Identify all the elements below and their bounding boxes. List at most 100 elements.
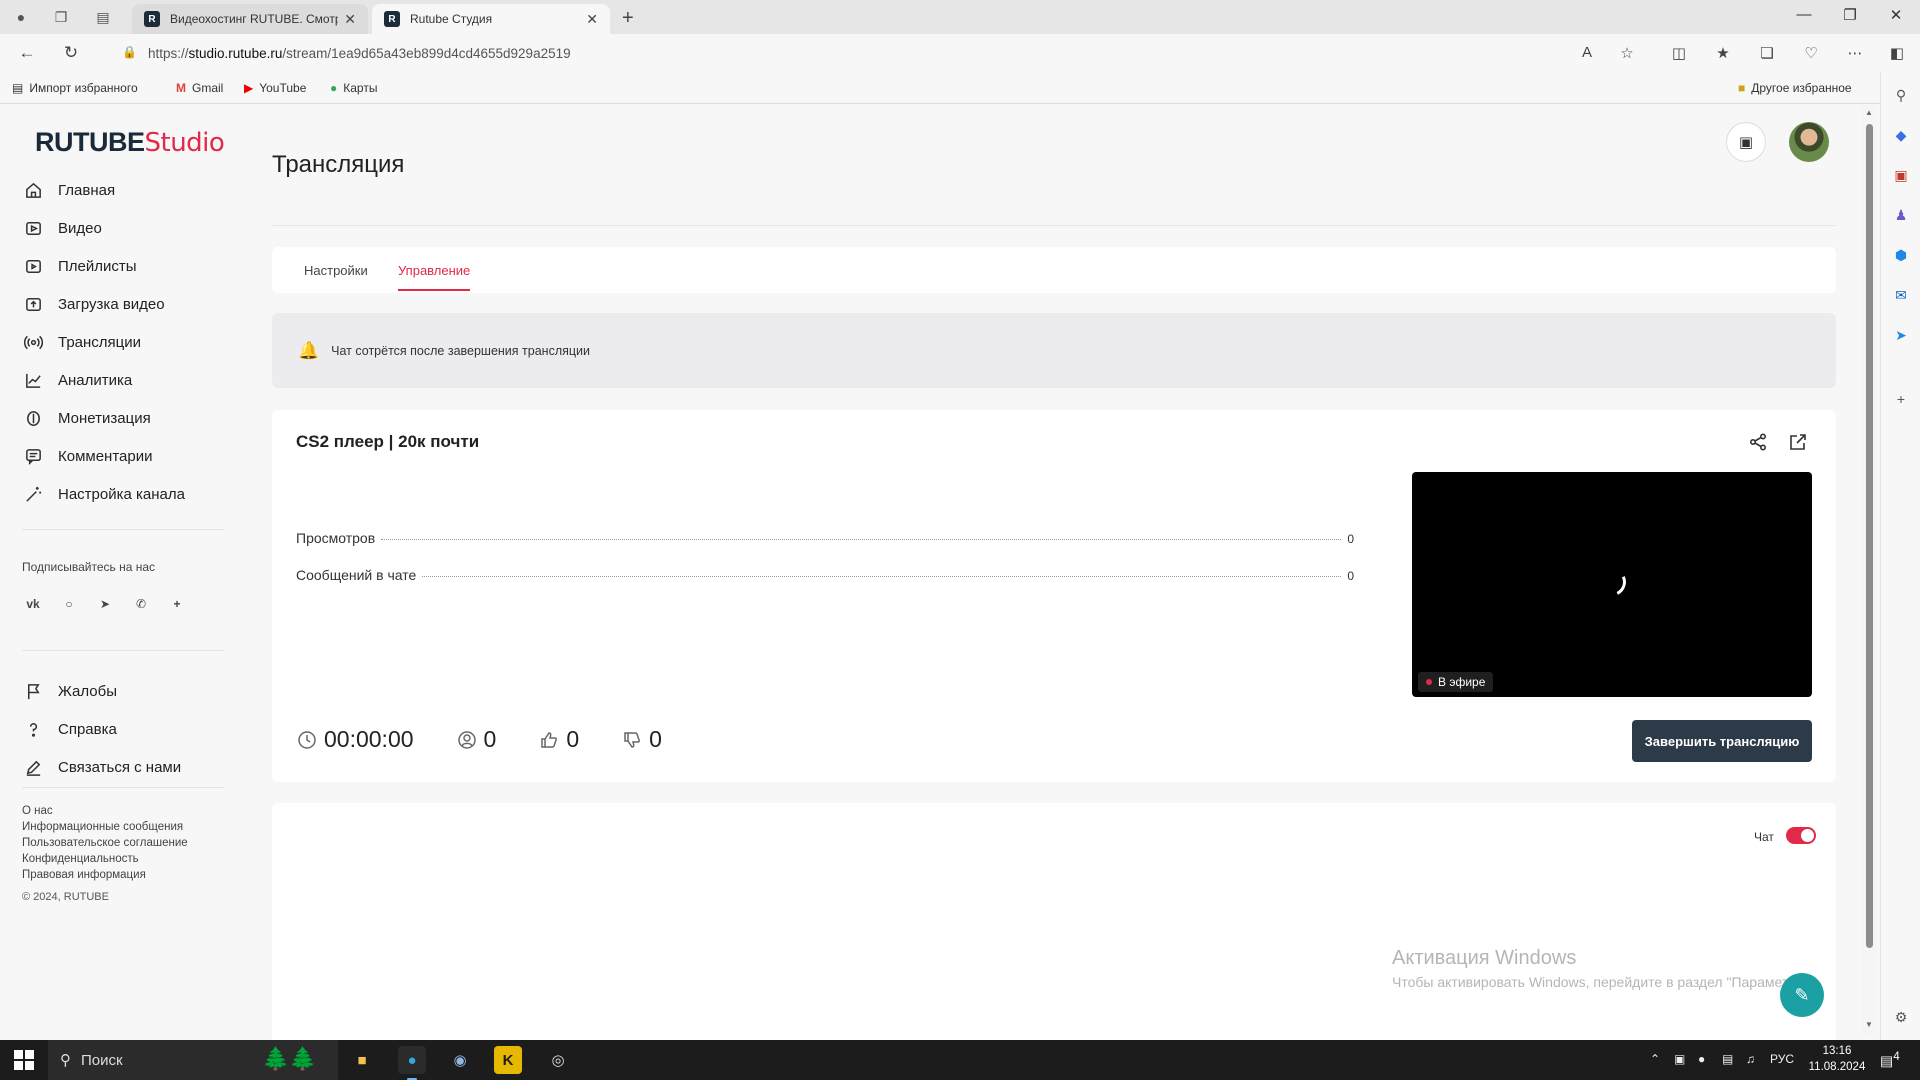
stream-metrics: 00:00:00 0 0 0 xyxy=(296,726,704,753)
youtube-icon: ▶ xyxy=(244,81,254,95)
close-icon[interactable]: ✕ xyxy=(586,11,598,28)
gear-icon[interactable]: ⚙ xyxy=(1892,1008,1910,1026)
footer-link-agreement[interactable]: Пользовательское соглашение xyxy=(22,835,188,851)
taskbar-search[interactable]: ⚲ Поиск 🌲🌲 xyxy=(48,1040,338,1080)
file-explorer-icon[interactable]: ■ xyxy=(348,1046,376,1074)
create-button[interactable]: ▣ xyxy=(1726,122,1766,162)
split-screen-icon[interactable]: ◫ xyxy=(1668,44,1690,62)
scroll-up-icon[interactable]: ▲ xyxy=(1865,108,1873,117)
browser-tab-rutube[interactable]: R Видеохостинг RUTUBE. Смотрите ✕ xyxy=(132,4,368,34)
read-aloud-icon[interactable]: A xyxy=(1576,44,1598,61)
sidebar-item-comments[interactable]: Комментарии xyxy=(22,437,222,475)
tag-icon[interactable]: ◆ xyxy=(1892,126,1910,144)
games-icon[interactable]: ♟ xyxy=(1892,206,1910,224)
sidebar-item-channel-settings[interactable]: Настройка канала xyxy=(22,475,222,513)
workspaces-icon[interactable]: ❐ xyxy=(52,8,70,26)
bookmark-gmail[interactable]: M Gmail xyxy=(176,81,223,95)
search-icon[interactable]: ⚲ xyxy=(1892,86,1910,104)
telegram-icon[interactable]: ➤ xyxy=(1892,326,1910,344)
collections-icon[interactable]: ❏ xyxy=(1756,44,1778,62)
viber-icon[interactable]: ✆ xyxy=(130,593,152,615)
page-scrollbar[interactable]: ▲ ▼ xyxy=(1862,106,1876,1034)
game-launcher-icon[interactable]: K xyxy=(494,1046,522,1074)
notification-center-icon[interactable]: ▤4 xyxy=(1880,1050,1900,1070)
outlook-icon[interactable]: ✉ xyxy=(1892,286,1910,304)
bookmark-maps[interactable]: ● Карты xyxy=(330,81,377,95)
close-icon[interactable]: ✕ xyxy=(344,11,356,28)
footer-link-about[interactable]: О нас xyxy=(22,803,188,819)
more-menu-icon[interactable]: ⋯ xyxy=(1844,44,1866,62)
taskbar-clock[interactable]: 13:16 11.08.2024 xyxy=(1804,1043,1870,1075)
sidebar-item-home[interactable]: Главная xyxy=(22,171,222,209)
new-tab-icon[interactable]: + xyxy=(622,7,634,30)
comments-icon xyxy=(22,445,44,467)
url-field[interactable]: 🔒 https://studio.rutube.ru/stream/1ea9d6… xyxy=(112,38,1612,68)
plus-icon[interactable]: + xyxy=(166,593,188,615)
profile-icon[interactable]: ● xyxy=(12,8,30,26)
sidebar-item-playlists[interactable]: Плейлисты xyxy=(22,247,222,285)
network-icon[interactable]: ▤ xyxy=(1722,1052,1733,1066)
sidebar-item-monetization[interactable]: Монетизация xyxy=(22,399,222,437)
bookmark-other[interactable]: ■ Другое избранное xyxy=(1738,81,1852,95)
stat-leader xyxy=(422,576,1342,577)
windows-start-icon[interactable] xyxy=(14,1050,34,1070)
ok-icon[interactable]: ○ xyxy=(58,593,80,615)
metric-duration: 00:00:00 xyxy=(296,726,414,753)
sidebar-item-video[interactable]: Видео xyxy=(22,209,222,247)
stream-player[interactable]: В эфире xyxy=(1412,472,1812,697)
bookmark-youtube[interactable]: ▶ YouTube xyxy=(244,81,306,95)
obs-icon[interactable]: ◎ xyxy=(544,1046,572,1074)
telegram-icon[interactable]: ➤ xyxy=(94,593,116,615)
language-indicator[interactable]: РУС xyxy=(1770,1052,1794,1066)
sidebar-item-analytics[interactable]: Аналитика xyxy=(22,361,222,399)
sidebar-item-complaints[interactable]: Жалобы xyxy=(22,672,222,710)
back-icon[interactable]: ← xyxy=(16,43,38,63)
footer-link-info[interactable]: Информационные сообщения xyxy=(22,819,188,835)
footer-link-privacy[interactable]: Конфиденциальность xyxy=(22,851,188,867)
office-icon[interactable]: ⬢ xyxy=(1892,246,1910,264)
tab-actions-icon[interactable]: ▤ xyxy=(94,8,112,26)
stat-row-views: Просмотров 0 xyxy=(296,530,1354,546)
avatar[interactable] xyxy=(1789,122,1829,162)
favorite-star-icon[interactable]: ☆ xyxy=(1616,44,1638,62)
scroll-down-icon[interactable]: ▼ xyxy=(1865,1020,1873,1029)
sidebar-item-upload[interactable]: Загрузка видео xyxy=(22,285,222,323)
reload-icon[interactable]: ↻ xyxy=(60,43,82,63)
tray-chevron-icon[interactable]: ⌃ xyxy=(1650,1052,1660,1066)
add-icon[interactable]: + xyxy=(1892,390,1910,408)
lock-icon: 🔒 xyxy=(122,45,137,59)
scroll-thumb[interactable] xyxy=(1866,124,1873,948)
sidebar-item-contact[interactable]: Связаться с нами xyxy=(22,748,222,786)
webcam-icon[interactable]: ▣ xyxy=(1674,1052,1685,1066)
windows-taskbar: ⚲ Поиск 🌲🌲 ■ ● ◉ K ◎ ⌃ ▣ ● ▤ ♫ РУС 13:16… xyxy=(0,1040,1920,1080)
favorites-icon[interactable]: ★ xyxy=(1712,44,1734,62)
tab-management[interactable]: Управление xyxy=(398,263,470,278)
analytics-icon xyxy=(22,369,44,391)
external-link-icon[interactable] xyxy=(1788,432,1810,454)
bookmark-import[interactable]: ▤ Импорт избранного xyxy=(12,81,138,95)
edge-browser-icon[interactable]: ● xyxy=(398,1046,426,1080)
footer-link-legal[interactable]: Правовая информация xyxy=(22,867,188,883)
chat-toggle[interactable] xyxy=(1786,827,1816,844)
tab-settings[interactable]: Настройки xyxy=(304,263,368,278)
minimize-icon[interactable]: — xyxy=(1782,6,1826,23)
upload-icon xyxy=(22,293,44,315)
window-close-icon[interactable]: ✕ xyxy=(1874,6,1918,24)
browser-essentials-icon[interactable]: ♡ xyxy=(1800,44,1822,62)
flag-icon xyxy=(22,680,44,702)
support-chat-button[interactable]: ✎ xyxy=(1780,973,1824,1017)
sidebar-item-broadcasts[interactable]: Трансляции xyxy=(22,323,222,361)
copyright: © 2024, RUTUBE xyxy=(22,891,109,903)
vk-icon[interactable]: vk xyxy=(22,593,44,615)
microphone-icon[interactable]: ● xyxy=(1698,1052,1705,1066)
volume-icon[interactable]: ♫ xyxy=(1746,1052,1755,1066)
steam-icon[interactable]: ◉ xyxy=(446,1046,474,1074)
browser-tab-studio[interactable]: R Rutube Студия ✕ xyxy=(372,4,610,34)
toolbox-icon[interactable]: ▣ xyxy=(1892,166,1910,184)
rutube-studio-logo[interactable]: RUTUBE Studio xyxy=(35,127,225,158)
end-stream-button[interactable]: Завершить трансляцию xyxy=(1632,720,1812,762)
share-icon[interactable] xyxy=(1748,432,1770,454)
restore-icon[interactable]: ❐ xyxy=(1828,6,1872,24)
sidebar-item-help[interactable]: Справка xyxy=(22,710,222,748)
sidebar-toggle-icon[interactable]: ◧ xyxy=(1886,44,1908,62)
